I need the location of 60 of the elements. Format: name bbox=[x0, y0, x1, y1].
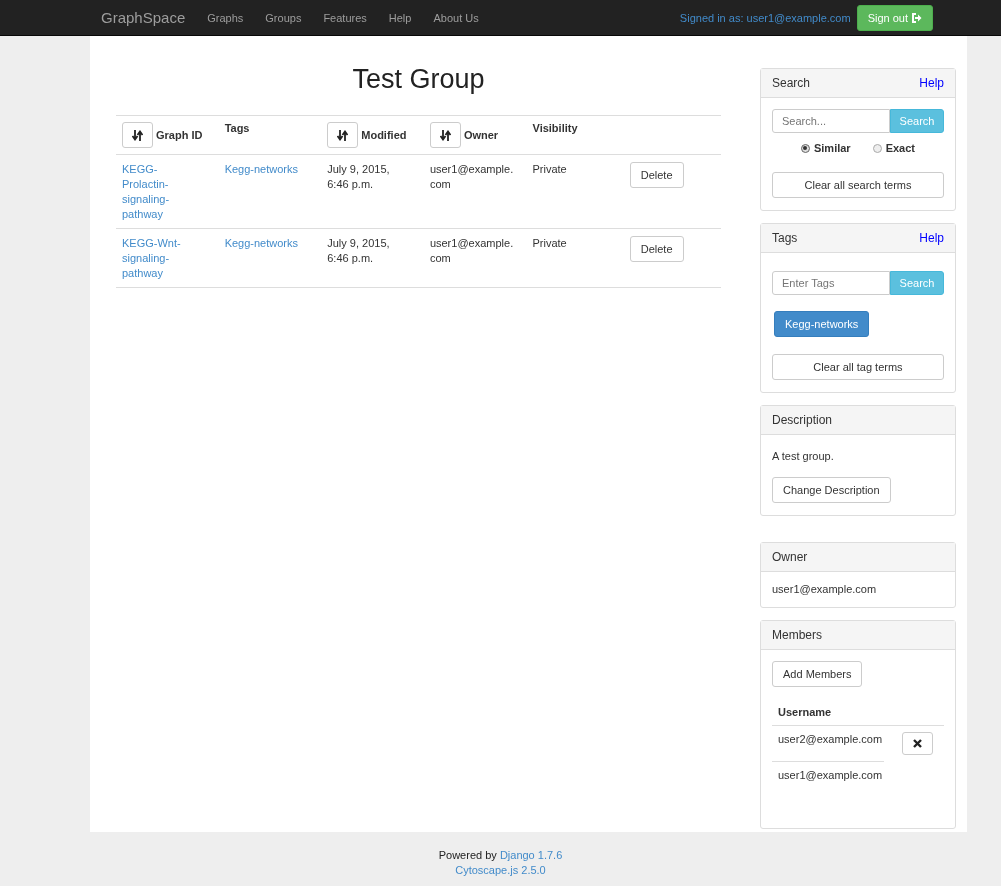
radio-button[interactable] bbox=[800, 143, 810, 153]
member-cell: user2@example.com bbox=[772, 726, 884, 762]
column-header: Modified bbox=[361, 129, 407, 141]
sort-button[interactable] bbox=[122, 122, 153, 148]
radio-label: Exact bbox=[885, 142, 915, 154]
modified-date: July 9, 2015, 6:46 p.m. bbox=[327, 163, 390, 190]
radio-button[interactable] bbox=[872, 143, 882, 153]
visibility-text: Private bbox=[532, 163, 567, 175]
delete-button[interactable]: Delete bbox=[629, 236, 684, 262]
sign-out-icon bbox=[911, 12, 922, 23]
owner-email: user1@example.com bbox=[429, 163, 514, 190]
nav-link[interactable]: Groups bbox=[265, 11, 302, 24]
modified-date: July 9, 2015, 6:46 p.m. bbox=[327, 237, 390, 264]
tag-link[interactable]: Kegg-networks bbox=[224, 237, 298, 249]
column-header: Graph ID bbox=[156, 129, 203, 141]
radio-label: Similar bbox=[813, 142, 851, 154]
search-field[interactable]: Search... bbox=[772, 109, 890, 133]
column-header: Owner bbox=[463, 129, 499, 141]
remove-member-button[interactable] bbox=[902, 732, 933, 755]
column-header: Tags bbox=[224, 122, 250, 134]
sort-icon bbox=[439, 129, 451, 141]
nav-link[interactable]: About Us bbox=[433, 11, 479, 24]
panel-title: Owner bbox=[772, 550, 808, 564]
owner-email: user1@example.com bbox=[772, 583, 877, 595]
column-header: Username bbox=[772, 687, 944, 726]
tags-field[interactable]: Enter Tags bbox=[772, 271, 890, 295]
nav-link[interactable]: Features bbox=[323, 11, 367, 24]
sort-button[interactable] bbox=[327, 122, 359, 148]
description-text: A test group. bbox=[772, 450, 835, 462]
clear-tags-button[interactable]: Clear all tag terms bbox=[772, 354, 944, 380]
nav-link[interactable]: Help bbox=[388, 11, 412, 24]
delete-button[interactable]: Delete bbox=[629, 162, 684, 188]
clear-search-button[interactable]: Clear all search terms bbox=[772, 172, 944, 198]
member-cell-text: user1@example.com bbox=[777, 768, 884, 783]
visibility-text: Private bbox=[532, 237, 567, 249]
close-icon bbox=[913, 739, 922, 748]
sort-button[interactable] bbox=[429, 122, 461, 148]
tag-button[interactable]: Kegg-networks bbox=[774, 311, 870, 337]
tag-link[interactable]: Kegg-networks bbox=[224, 163, 298, 175]
panel-title: Tags bbox=[772, 231, 798, 245]
help-link[interactable]: Help bbox=[919, 76, 944, 90]
footer-text: Powered by bbox=[438, 849, 497, 861]
help-link[interactable]: Help bbox=[919, 231, 944, 245]
brand-link[interactable]: GraphSpace bbox=[101, 9, 186, 26]
panel-title: Description bbox=[772, 413, 833, 427]
sort-icon bbox=[337, 129, 349, 141]
owner-email: user1@example.com bbox=[429, 237, 514, 264]
add-members-button[interactable]: Add Members bbox=[772, 661, 863, 687]
change-description-button[interactable]: Change Description bbox=[772, 477, 891, 503]
graph-link[interactable]: KEGG-Prolactin-signaling-pathway bbox=[122, 162, 182, 222]
cytoscape-link[interactable]: Cytoscape.js 2.5.0 bbox=[455, 864, 546, 876]
django-link[interactable]: Django 1.7.6 bbox=[499, 849, 563, 861]
panel-title: Members bbox=[772, 628, 822, 642]
graph-link[interactable]: KEGG-Wnt-signaling-pathway bbox=[122, 236, 182, 281]
panel-title: Search bbox=[772, 76, 811, 90]
nav-link[interactable]: Graphs bbox=[207, 11, 244, 24]
column-header: Visibility bbox=[532, 122, 578, 134]
sort-icon bbox=[132, 129, 143, 141]
signed-in-link[interactable]: Signed in as: user1@example.com bbox=[679, 11, 851, 24]
page-title: Test Group bbox=[351, 64, 486, 95]
